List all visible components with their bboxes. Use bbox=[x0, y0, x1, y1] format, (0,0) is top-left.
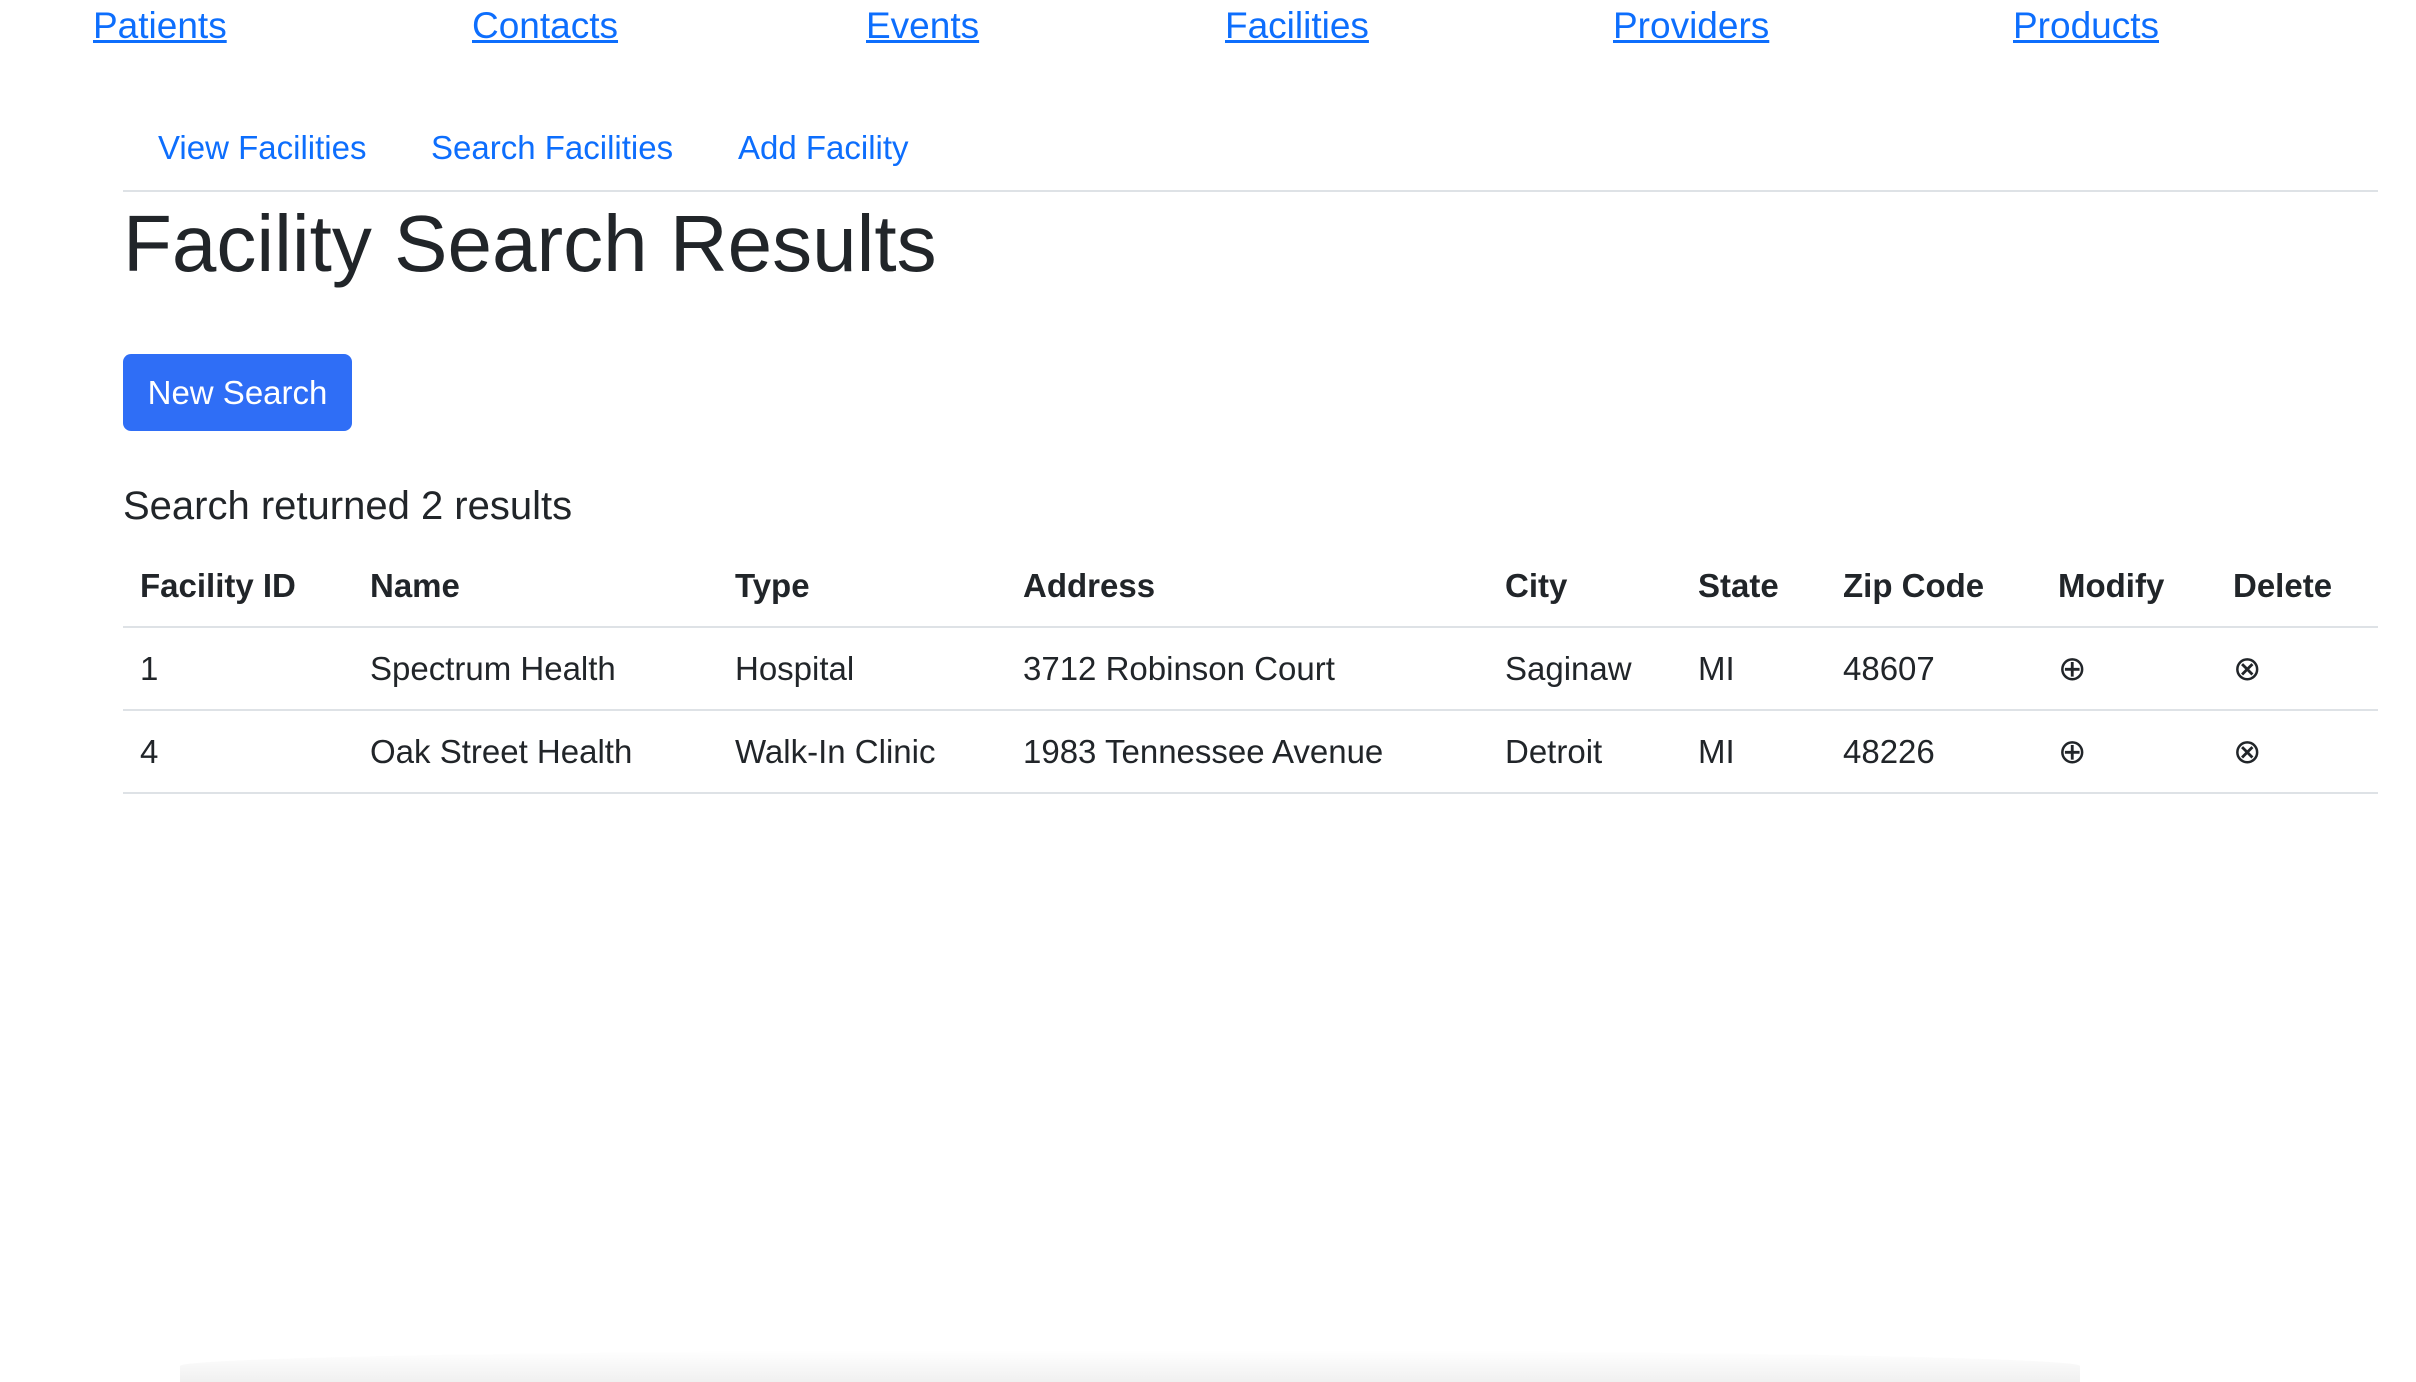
tab-add-facility[interactable]: Add Facility bbox=[738, 128, 909, 168]
table-header-row: Facility ID Name Type Address City State… bbox=[123, 545, 2378, 628]
tab-view-facilities[interactable]: View Facilities bbox=[158, 128, 366, 168]
nav-link-products[interactable]: Products bbox=[2013, 5, 2159, 47]
circled-x-icon[interactable]: ⊗ bbox=[2233, 652, 2262, 686]
column-header-facility-id: Facility ID bbox=[123, 545, 353, 628]
page: Patients Contacts Events Facilities Prov… bbox=[0, 0, 2416, 1382]
table-header: Facility ID Name Type Address City State… bbox=[123, 545, 2378, 628]
column-header-state: State bbox=[1681, 545, 1826, 628]
cell-city: Detroit bbox=[1488, 710, 1681, 794]
column-header-zip-code: Zip Code bbox=[1826, 545, 2041, 628]
result-summary: Search returned 2 results bbox=[123, 484, 573, 528]
cell-name: Spectrum Health bbox=[353, 627, 718, 711]
cell-facility-id: 4 bbox=[123, 710, 353, 794]
nav-link-events[interactable]: Events bbox=[866, 5, 979, 47]
facility-sub-tabs: View Facilities Search Facilities Add Fa… bbox=[123, 122, 2378, 192]
cell-delete: ⊗ bbox=[2216, 627, 2378, 711]
cell-modify: ⊕ bbox=[2041, 710, 2216, 794]
table-body: 1 Spectrum Health Hospital 3712 Robinson… bbox=[123, 627, 2378, 794]
table-row: 4 Oak Street Health Walk-In Clinic 1983 … bbox=[123, 710, 2378, 794]
column-header-address: Address bbox=[1006, 545, 1488, 628]
new-search-button[interactable]: New Search bbox=[123, 354, 352, 431]
table-row: 1 Spectrum Health Hospital 3712 Robinson… bbox=[123, 627, 2378, 711]
cell-type: Hospital bbox=[718, 627, 1006, 711]
column-header-delete: Delete bbox=[2216, 545, 2378, 628]
nav-link-patients[interactable]: Patients bbox=[93, 5, 227, 47]
cell-zip-code: 48226 bbox=[1826, 710, 2041, 794]
cell-name: Oak Street Health bbox=[353, 710, 718, 794]
cell-address: 3712 Robinson Court bbox=[1006, 627, 1488, 711]
column-header-type: Type bbox=[718, 545, 1006, 628]
circled-plus-icon[interactable]: ⊕ bbox=[2058, 652, 2087, 686]
circled-x-icon[interactable]: ⊗ bbox=[2233, 735, 2262, 769]
tab-search-facilities[interactable]: Search Facilities bbox=[431, 128, 673, 168]
cell-delete: ⊗ bbox=[2216, 710, 2378, 794]
results-table: Facility ID Name Type Address City State… bbox=[123, 545, 2378, 794]
cell-zip-code: 48607 bbox=[1826, 627, 2041, 711]
top-nav: Patients Contacts Events Facilities Prov… bbox=[0, 0, 2416, 60]
cell-modify: ⊕ bbox=[2041, 627, 2216, 711]
page-title: Facility Search Results bbox=[123, 199, 937, 288]
cell-city: Saginaw bbox=[1488, 627, 1681, 711]
nav-link-contacts[interactable]: Contacts bbox=[472, 5, 618, 47]
column-header-name: Name bbox=[353, 545, 718, 628]
cell-state: MI bbox=[1681, 710, 1826, 794]
cell-state: MI bbox=[1681, 627, 1826, 711]
column-header-modify: Modify bbox=[2041, 545, 2216, 628]
cell-type: Walk-In Clinic bbox=[718, 710, 1006, 794]
cell-facility-id: 1 bbox=[123, 627, 353, 711]
cell-address: 1983 Tennessee Avenue bbox=[1006, 710, 1488, 794]
nav-link-facilities[interactable]: Facilities bbox=[1225, 5, 1369, 47]
column-header-city: City bbox=[1488, 545, 1681, 628]
circled-plus-icon[interactable]: ⊕ bbox=[2058, 735, 2087, 769]
bottom-shadow bbox=[180, 1350, 2080, 1382]
nav-link-providers[interactable]: Providers bbox=[1613, 5, 1769, 47]
